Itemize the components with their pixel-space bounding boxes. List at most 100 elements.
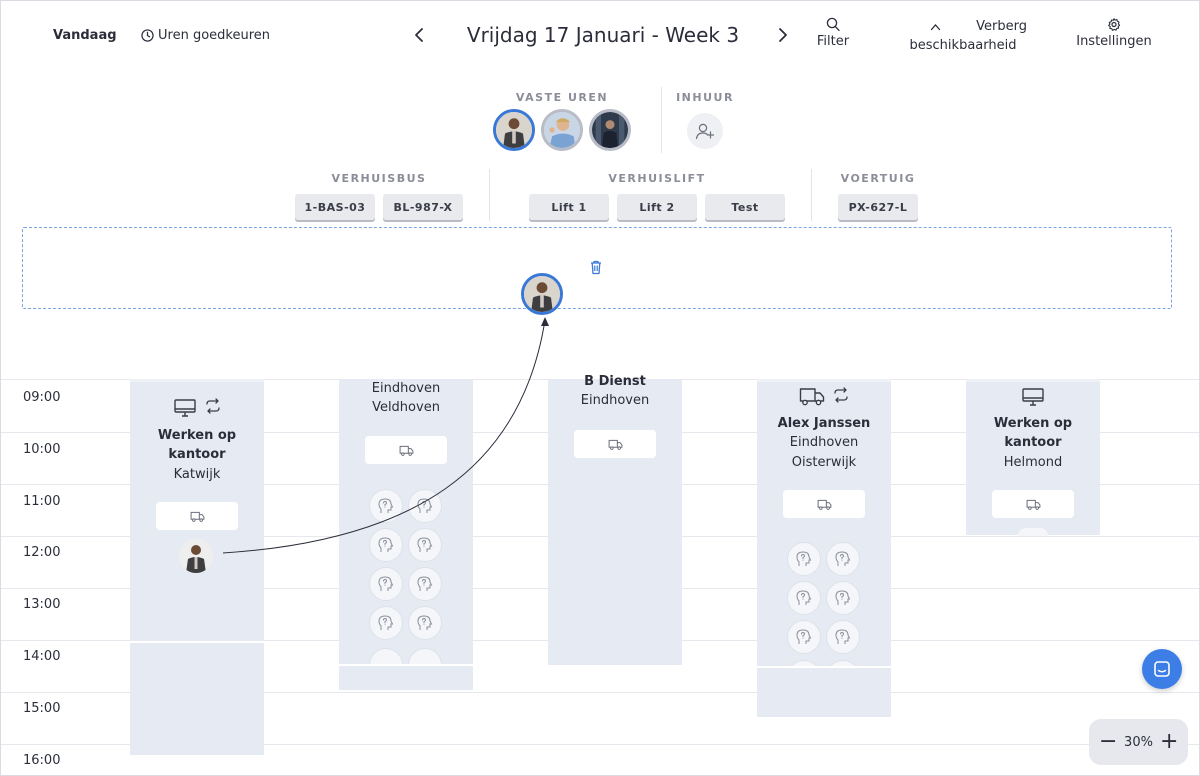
lift-chip[interactable]: Test — [705, 194, 785, 220]
chat-icon — [1154, 661, 1170, 677]
truck-icon — [1026, 499, 1040, 510]
unknown-person-icon — [835, 629, 851, 644]
job-card[interactable]: Werken op kantoor Katwijk — [130, 379, 264, 755]
settings-button[interactable]: Instellingen — [1073, 17, 1155, 51]
dragged-employee-avatar[interactable] — [521, 273, 563, 315]
job-title: kantoor — [1004, 435, 1062, 450]
unknown-person-icon — [378, 615, 394, 630]
unknown-person-icon — [835, 590, 851, 605]
assigned-employee-avatar[interactable] — [179, 539, 213, 573]
truck-icon — [399, 445, 413, 456]
time-label: 09:00 — [23, 390, 61, 405]
van-chip[interactable]: BL-987-X — [383, 194, 463, 220]
approve-hours-label: Uren goedkeuren — [158, 28, 270, 43]
avatar-peek — [1018, 528, 1048, 536]
time-label: 15:00 — [23, 701, 61, 716]
job-title: Werken op — [157, 428, 237, 443]
job-title: Alex Janssen — [777, 416, 871, 431]
arrow-head-icon — [541, 317, 549, 326]
job-card[interactable]: Eindhoven Veldhoven — [339, 379, 473, 690]
unknown-person-icon — [378, 576, 394, 591]
open-slot[interactable] — [408, 648, 442, 664]
filter-label: Filter — [816, 34, 850, 49]
chat-button[interactable] — [1142, 649, 1182, 689]
hide-availability-button[interactable]: Verberg beschikbaarheid — [899, 17, 1027, 55]
job-card[interactable]: B Dienst Eindhoven — [548, 374, 682, 665]
open-slot[interactable] — [826, 620, 860, 654]
job-title: kantoor — [168, 447, 226, 462]
filter-button[interactable]: Filter — [807, 17, 859, 51]
unknown-person-icon — [796, 551, 812, 566]
truck-icon — [799, 388, 825, 406]
lift-chip[interactable]: Lift 2 — [617, 194, 697, 220]
time-label: 13:00 — [23, 597, 61, 612]
planner-window: Vandaag Uren goedkeuren Vrijdag 17 Janua… — [0, 0, 1200, 776]
assign-vehicle-button[interactable] — [365, 436, 447, 464]
job-location: Helmond — [1003, 455, 1063, 470]
open-slot[interactable] — [826, 581, 860, 615]
open-slot[interactable] — [369, 567, 403, 601]
unknown-person-icon — [796, 590, 812, 605]
open-slot[interactable] — [408, 606, 442, 640]
assign-vehicle-button[interactable] — [156, 502, 238, 530]
open-slot[interactable] — [408, 528, 442, 562]
clock-icon — [141, 29, 154, 42]
unknown-person-icon — [835, 551, 851, 566]
van-chip[interactable]: 1-BAS-03 — [295, 194, 375, 220]
unknown-person-icon — [378, 498, 394, 513]
time-label: 10:00 — [23, 442, 61, 457]
search-icon — [826, 17, 840, 32]
job-icons — [966, 387, 1100, 407]
unknown-person-icon — [417, 576, 433, 591]
lift-chip[interactable]: Lift 1 — [529, 194, 609, 220]
job-icons — [757, 387, 891, 406]
job-location: Eindhoven — [580, 393, 650, 408]
vehicle-chip[interactable]: PX-627-L — [838, 194, 918, 220]
person-photo-icon — [524, 276, 560, 312]
truck-icon — [190, 511, 204, 522]
card-separator — [130, 641, 264, 643]
open-slot[interactable] — [787, 542, 821, 576]
job-card[interactable]: Alex Janssen Eindhoven Oisterwijk — [757, 379, 891, 717]
open-slot[interactable] — [408, 567, 442, 601]
assign-vehicle-button[interactable] — [574, 430, 656, 458]
employee-avatar-2[interactable] — [541, 109, 583, 151]
today-button[interactable]: Vandaag — [53, 28, 117, 43]
chevron-right-icon — [779, 28, 787, 42]
add-hire-button[interactable] — [687, 113, 723, 149]
open-slot[interactable] — [369, 489, 403, 523]
open-slot[interactable] — [369, 606, 403, 640]
zoom-control: − 30% + — [1089, 719, 1188, 765]
open-slot[interactable] — [787, 581, 821, 615]
employee-avatar-3[interactable] — [589, 109, 631, 151]
previous-day-button[interactable] — [409, 25, 429, 47]
open-slot[interactable] — [369, 648, 403, 664]
person-photo-icon — [179, 539, 213, 573]
chevron-up-icon — [930, 23, 941, 30]
next-day-button[interactable] — [773, 25, 793, 47]
card-separator — [757, 666, 891, 668]
repeat-icon — [206, 398, 220, 414]
zoom-out-button[interactable]: − — [1099, 731, 1117, 753]
resource-divider-2 — [811, 169, 812, 221]
job-card[interactable]: Werken op kantoor Helmond — [966, 379, 1100, 536]
open-slot[interactable] — [826, 542, 860, 576]
timeline: 09:00 10:00 11:00 12:00 13:00 14:00 15:0… — [1, 374, 1199, 775]
open-slot[interactable] — [408, 489, 442, 523]
desktop-icon — [1022, 388, 1044, 406]
chevron-left-icon — [415, 28, 423, 42]
assign-vehicle-button[interactable] — [992, 490, 1074, 518]
zoom-in-button[interactable]: + — [1160, 731, 1178, 753]
open-slot[interactable] — [787, 620, 821, 654]
date-title: Vrijdag 17 Januari - Week 3 — [466, 23, 740, 47]
time-label: 16:00 — [23, 753, 61, 768]
employee-avatar-1[interactable] — [493, 109, 535, 151]
job-location: Oisterwijk — [791, 455, 857, 470]
open-slot[interactable] — [369, 528, 403, 562]
assign-vehicle-button[interactable] — [783, 490, 865, 518]
top-bar: Vandaag Uren goedkeuren Vrijdag 17 Janua… — [1, 1, 1199, 71]
approve-hours-button[interactable]: Uren goedkeuren — [141, 28, 270, 43]
repeat-icon — [834, 387, 848, 403]
settings-label: Instellingen — [1076, 34, 1152, 49]
trash-icon[interactable] — [589, 259, 603, 279]
